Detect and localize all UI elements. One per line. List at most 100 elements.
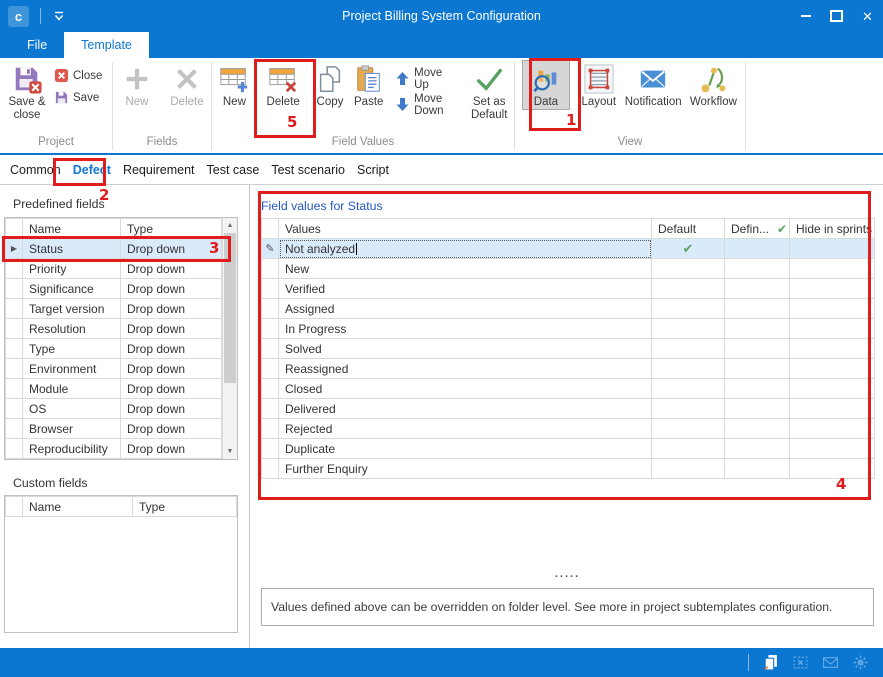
value-cell[interactable]: Solved bbox=[279, 339, 652, 359]
table-row[interactable]: Solved bbox=[262, 339, 875, 359]
value-cell[interactable]: Not analyzed bbox=[279, 239, 652, 259]
default-cell[interactable] bbox=[652, 359, 725, 379]
default-cell[interactable] bbox=[652, 299, 725, 319]
value-cell[interactable]: Verified bbox=[279, 279, 652, 299]
default-cell[interactable] bbox=[652, 279, 725, 299]
field-name-cell[interactable]: Reproducibility bbox=[23, 439, 121, 459]
tab-file[interactable]: File bbox=[10, 32, 64, 58]
move-up-button[interactable]: Move Up bbox=[392, 69, 461, 88]
hide-in-sprints-cell[interactable] bbox=[790, 459, 875, 479]
defined-cell[interactable] bbox=[725, 299, 790, 319]
default-column-header[interactable]: Default bbox=[652, 219, 725, 239]
layout-button[interactable]: Layout bbox=[576, 60, 622, 109]
field-name-cell[interactable]: Status bbox=[23, 239, 121, 259]
documents-icon[interactable] bbox=[762, 654, 779, 671]
defined-cell[interactable] bbox=[725, 459, 790, 479]
field-type-cell[interactable]: Drop down bbox=[121, 319, 222, 339]
move-down-button[interactable]: Move Down bbox=[392, 95, 461, 114]
table-row[interactable]: Closed bbox=[262, 379, 875, 399]
defined-cell[interactable] bbox=[725, 359, 790, 379]
minimize-icon[interactable] bbox=[790, 0, 821, 32]
table-row[interactable]: Verified bbox=[262, 279, 875, 299]
defined-cell[interactable] bbox=[725, 399, 790, 419]
default-cell[interactable] bbox=[652, 399, 725, 419]
hide-in-sprints-cell[interactable] bbox=[790, 279, 875, 299]
default-cell[interactable] bbox=[652, 379, 725, 399]
delete-value-button[interactable]: Delete bbox=[264, 60, 303, 109]
close-icon[interactable]: ✕ bbox=[852, 0, 883, 32]
hide-in-sprints-cell[interactable] bbox=[790, 399, 875, 419]
hide-in-sprints-cell[interactable] bbox=[790, 359, 875, 379]
value-cell[interactable]: Rejected bbox=[279, 419, 652, 439]
hide-in-sprints-cell[interactable] bbox=[790, 299, 875, 319]
new-value-button[interactable]: New bbox=[215, 60, 254, 109]
value-cell[interactable]: Reassigned bbox=[279, 359, 652, 379]
field-type-cell[interactable]: Drop down bbox=[121, 339, 222, 359]
field-name-cell[interactable]: Module bbox=[23, 379, 121, 399]
table-row[interactable]: Resolution Drop down bbox=[6, 319, 222, 339]
workflow-button[interactable]: Workflow bbox=[685, 60, 742, 109]
table-row[interactable]: Reproducibility Drop down bbox=[6, 439, 222, 459]
tab-defect[interactable]: Defect bbox=[67, 163, 117, 177]
defined-cell[interactable] bbox=[725, 239, 790, 259]
quick-access-arrow-icon[interactable] bbox=[52, 9, 66, 23]
value-cell[interactable]: Delivered bbox=[279, 399, 652, 419]
default-cell[interactable] bbox=[652, 339, 725, 359]
scroll-up-icon[interactable]: ▲ bbox=[223, 218, 237, 233]
field-name-cell[interactable]: Resolution bbox=[23, 319, 121, 339]
field-type-cell[interactable]: Drop down bbox=[121, 299, 222, 319]
selection-box-icon[interactable] bbox=[792, 654, 809, 671]
table-row[interactable]: Further Enquiry bbox=[262, 459, 875, 479]
default-cell[interactable] bbox=[652, 419, 725, 439]
value-cell[interactable]: In Progress bbox=[279, 319, 652, 339]
field-type-cell[interactable]: Drop down bbox=[121, 379, 222, 399]
default-cell[interactable] bbox=[652, 319, 725, 339]
table-row[interactable]: ▶ Status Drop down bbox=[6, 239, 222, 259]
value-cell[interactable]: Further Enquiry bbox=[279, 459, 652, 479]
hide-in-sprints-column-header[interactable]: Hide in sprints bbox=[790, 219, 875, 239]
table-row[interactable]: Environment Drop down bbox=[6, 359, 222, 379]
defined-cell[interactable] bbox=[725, 319, 790, 339]
defined-cell[interactable] bbox=[725, 279, 790, 299]
field-type-cell[interactable]: Drop down bbox=[121, 239, 222, 259]
defined-cell[interactable] bbox=[725, 259, 790, 279]
field-name-cell[interactable]: Environment bbox=[23, 359, 121, 379]
tab-script[interactable]: Script bbox=[351, 163, 395, 177]
defined-cell[interactable] bbox=[725, 379, 790, 399]
table-row[interactable]: Browser Drop down bbox=[6, 419, 222, 439]
notification-button[interactable]: Notification bbox=[622, 60, 685, 109]
hide-in-sprints-cell[interactable] bbox=[790, 419, 875, 439]
field-type-cell[interactable]: Drop down bbox=[121, 359, 222, 379]
table-row[interactable]: ✎ Not analyzed ✔ bbox=[262, 239, 875, 259]
splitter-handle[interactable]: ..... bbox=[261, 569, 874, 579]
field-type-cell[interactable]: Drop down bbox=[121, 279, 222, 299]
field-type-cell[interactable]: Drop down bbox=[121, 439, 222, 459]
table-row[interactable]: Rejected bbox=[262, 419, 875, 439]
default-cell[interactable]: ✔ bbox=[652, 239, 725, 259]
table-row[interactable]: Type Drop down bbox=[6, 339, 222, 359]
hide-in-sprints-cell[interactable] bbox=[790, 439, 875, 459]
field-name-cell[interactable]: Browser bbox=[23, 419, 121, 439]
name-column-header[interactable]: Name bbox=[23, 497, 133, 517]
set-as-default-button[interactable]: Set as Default bbox=[467, 60, 511, 122]
tab-test-case[interactable]: Test case bbox=[201, 163, 266, 177]
hide-in-sprints-cell[interactable] bbox=[790, 339, 875, 359]
table-row[interactable]: New bbox=[262, 259, 875, 279]
app-icon[interactable]: c bbox=[8, 6, 29, 27]
field-name-cell[interactable]: Significance bbox=[23, 279, 121, 299]
default-cell[interactable] bbox=[652, 439, 725, 459]
value-cell[interactable]: Closed bbox=[279, 379, 652, 399]
maximize-icon[interactable] bbox=[821, 0, 852, 32]
defined-cell[interactable] bbox=[725, 439, 790, 459]
field-name-cell[interactable]: Target version bbox=[23, 299, 121, 319]
default-cell[interactable] bbox=[652, 259, 725, 279]
table-row[interactable]: Priority Drop down bbox=[6, 259, 222, 279]
close-button[interactable]: Close bbox=[51, 66, 105, 85]
scroll-down-icon[interactable]: ▼ bbox=[223, 444, 237, 459]
defined-column-header[interactable]: Defin...✔ bbox=[725, 219, 790, 239]
field-name-cell[interactable]: Priority bbox=[23, 259, 121, 279]
tab-template[interactable]: Template bbox=[64, 32, 149, 58]
table-row[interactable]: Module Drop down bbox=[6, 379, 222, 399]
tab-test-scenario[interactable]: Test scenario bbox=[265, 163, 351, 177]
save-and-close-button[interactable]: Save & close bbox=[3, 60, 51, 122]
